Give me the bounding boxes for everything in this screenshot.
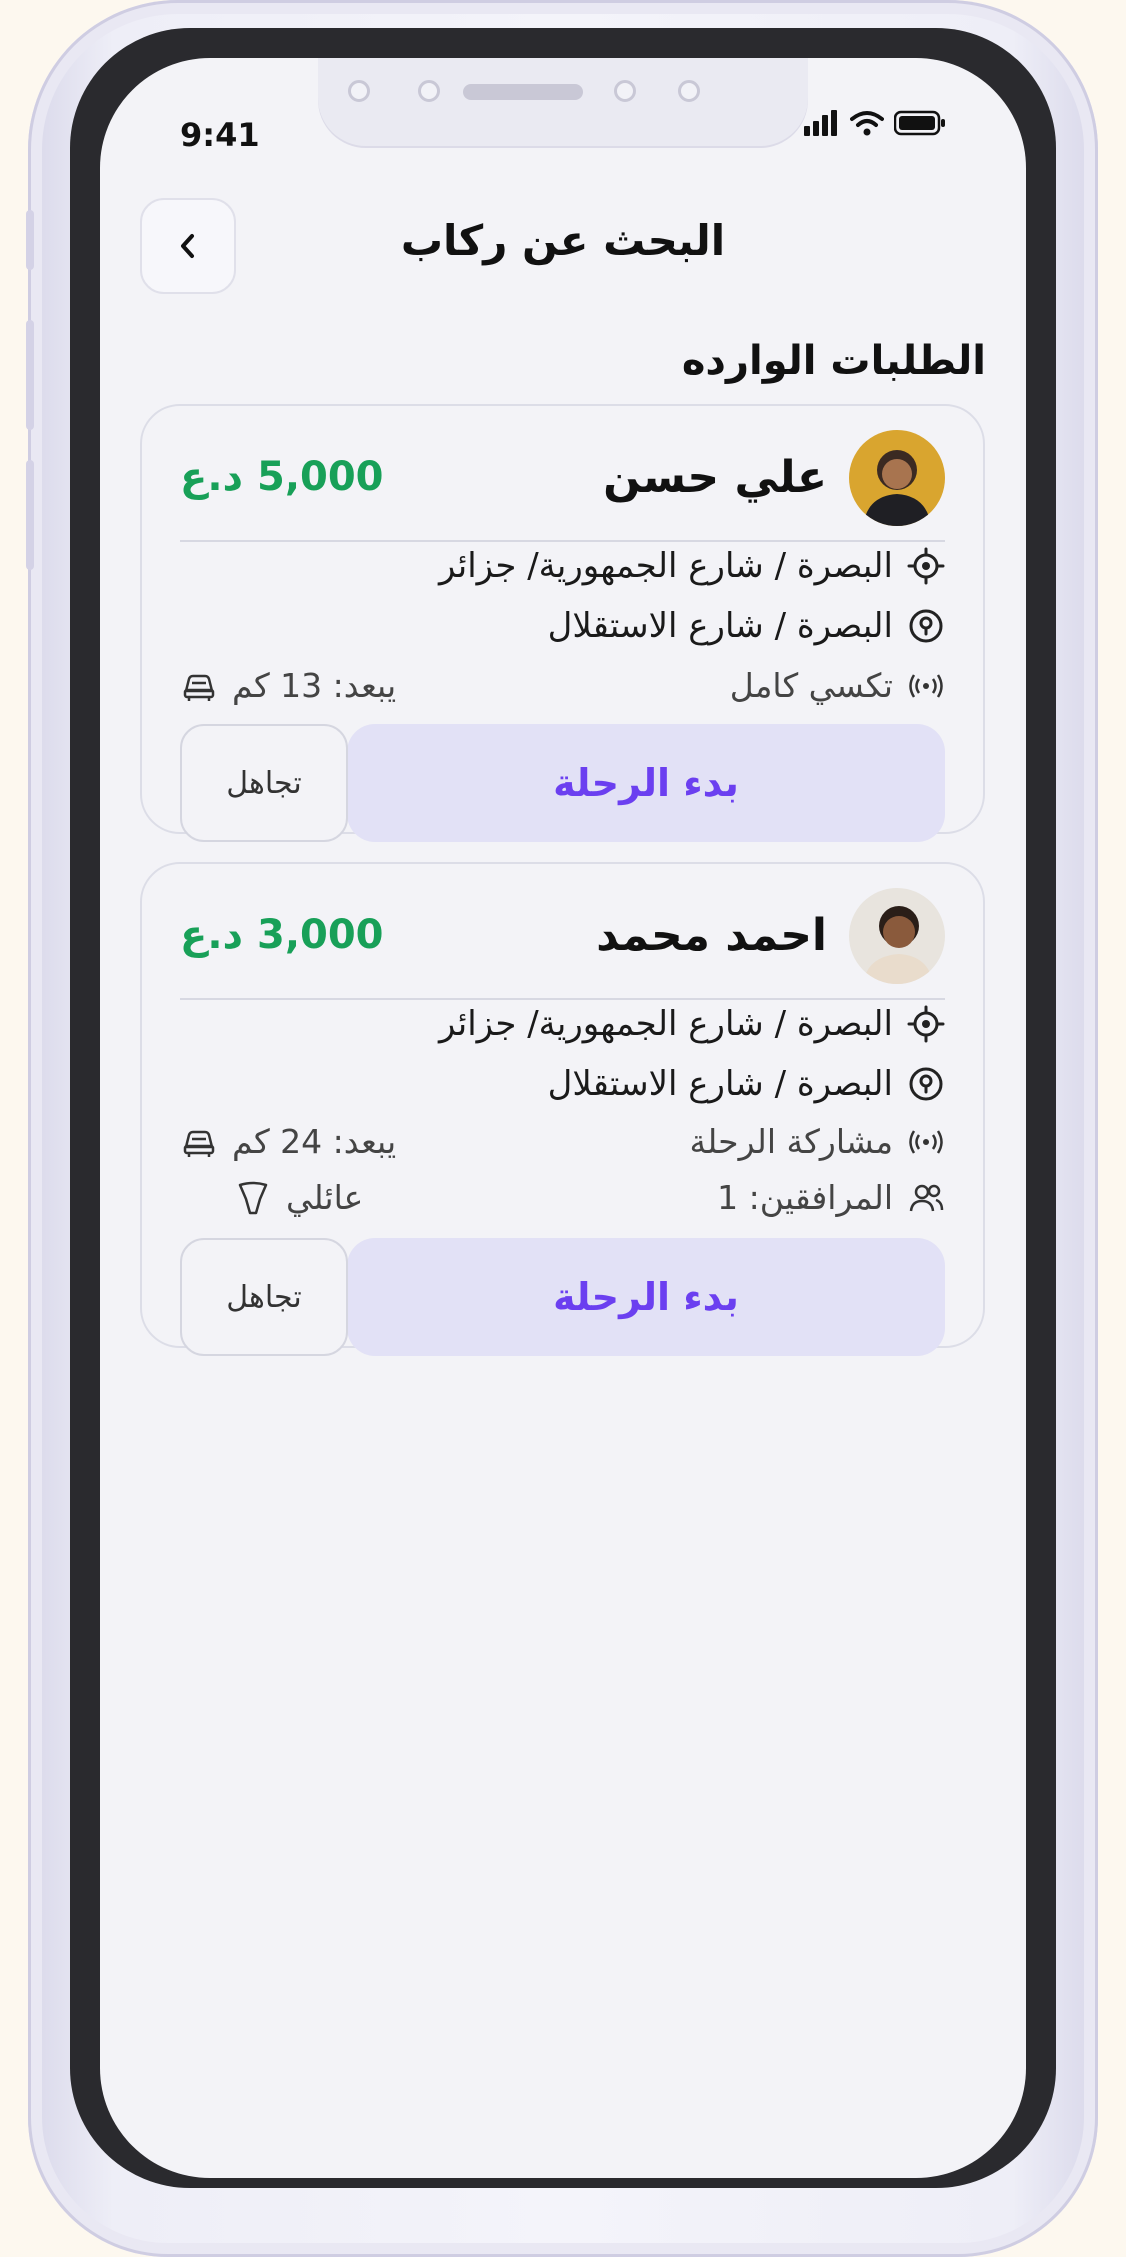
target-icon xyxy=(907,547,945,585)
speaker xyxy=(463,84,583,100)
users-icon xyxy=(909,1184,944,1211)
passenger-name: احمد محمد xyxy=(596,910,827,961)
trip-price: 3,000 د.ع xyxy=(180,912,384,958)
distance-row: يبعد: 24 كم xyxy=(180,1122,396,1161)
ride-type: تكسي كامل xyxy=(729,666,893,705)
pickup-address: البصرة / شارع الجمهورية/ جزائر xyxy=(438,1004,893,1044)
trip-category: عائلي xyxy=(286,1178,364,1217)
request-card: احمد محمد 3,000 د.ع البصرة / شارع الجمهو… xyxy=(140,862,985,1356)
pickup-row: البصرة / شارع الجمهورية/ جزائر xyxy=(439,546,945,586)
car-icon xyxy=(183,674,215,701)
pickup-address: البصرة / شارع الجمهورية/ جزائر xyxy=(438,546,893,586)
camera-icon xyxy=(614,80,636,102)
battery-icon xyxy=(894,110,945,136)
companions-row: المرافقين: 1 xyxy=(717,1178,945,1217)
dropoff-address: البصرة / شارع الاستقلال xyxy=(547,1064,893,1104)
target-icon xyxy=(907,1005,945,1043)
card-header: علي حسن 5,000 د.ع xyxy=(180,430,945,542)
section-title: الطلبات الوارده xyxy=(681,338,986,384)
phone-side-button xyxy=(26,320,34,430)
request-card: علي حسن 5,000 د.ع البصرة / شارع الجمهوري… xyxy=(140,404,985,842)
start-trip-button[interactable]: بدء الرحلة xyxy=(347,724,945,842)
broadcast-icon xyxy=(909,1129,943,1154)
start-trip-button[interactable]: بدء الرحلة xyxy=(347,1238,945,1356)
status-time: 9:41 xyxy=(180,116,260,154)
broadcast-icon xyxy=(909,673,943,698)
location-pin-icon xyxy=(909,609,943,643)
distance-row: يبعد: 13 كم xyxy=(180,666,396,705)
dropoff-row: البصرة / شارع الاستقلال xyxy=(548,1064,945,1104)
avatar xyxy=(849,430,945,526)
status-icons xyxy=(804,110,946,136)
camera-icon xyxy=(678,80,700,102)
distance: يبعد: 13 كم xyxy=(232,666,397,705)
family-icon xyxy=(238,1181,268,1214)
ride-type: مشاركة الرحلة xyxy=(689,1122,893,1161)
ignore-button[interactable]: تجاهل xyxy=(180,1238,348,1356)
distance: يبعد: 24 كم xyxy=(232,1122,397,1161)
trip-price: 5,000 د.ع xyxy=(180,454,384,500)
car-icon xyxy=(183,1130,215,1157)
page-title: البحث عن ركاب xyxy=(400,216,726,265)
card-header: احمد محمد 3,000 د.ع xyxy=(180,888,945,1000)
camera-icon xyxy=(418,80,440,102)
camera-icon xyxy=(348,80,370,102)
signal-icon xyxy=(804,110,837,136)
phone-side-button xyxy=(26,210,34,270)
dropoff-address: البصرة / شارع الاستقلال xyxy=(547,606,893,646)
ride-type-row: مشاركة الرحلة xyxy=(690,1122,945,1161)
notch xyxy=(318,58,808,146)
location-pin-icon xyxy=(909,1067,943,1101)
avatar xyxy=(849,888,945,984)
ride-type-row: تكسي كامل xyxy=(730,666,945,705)
companions-count: المرافقين: 1 xyxy=(717,1178,893,1217)
passenger-name: علي حسن xyxy=(603,452,827,503)
dropoff-row: البصرة / شارع الاستقلال xyxy=(548,606,945,646)
category-row: عائلي xyxy=(234,1178,363,1217)
ignore-button[interactable]: تجاهل xyxy=(180,724,348,842)
phone-side-button xyxy=(26,460,34,570)
pickup-row: البصرة / شارع الجمهورية/ جزائر xyxy=(439,1004,945,1044)
app-screen: 9:41 البحث عن ركاب الطلبات الوارده علي ح… xyxy=(100,58,1026,2178)
wifi-icon xyxy=(850,111,884,136)
